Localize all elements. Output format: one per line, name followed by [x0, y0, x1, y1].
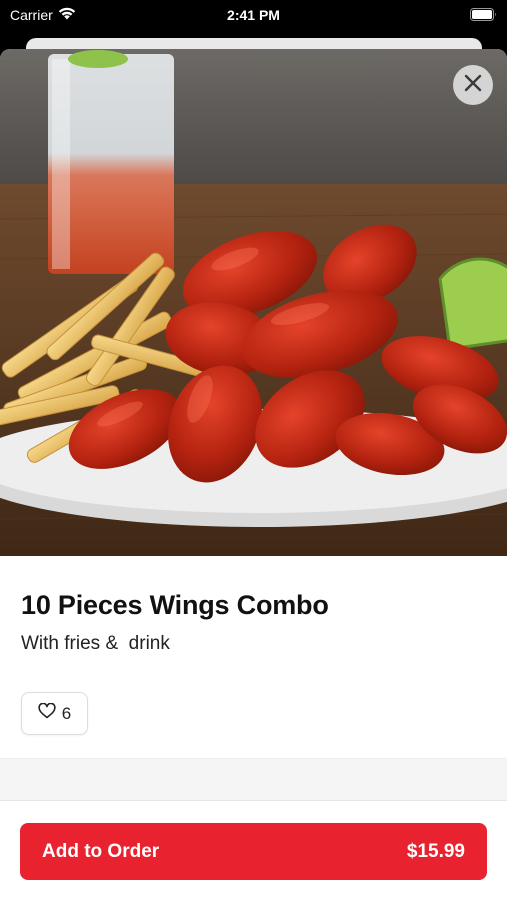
- add-to-order-label: Add to Order: [42, 840, 160, 862]
- status-time: 2:41 PM: [227, 7, 280, 23]
- item-title: 10 Pieces Wings Combo: [21, 590, 329, 620]
- like-button[interactable]: 6: [21, 692, 88, 735]
- item-info: 10 Pieces Wings Combo With fries & drink…: [0, 556, 507, 758]
- item-photo: [0, 49, 507, 556]
- close-icon: [464, 74, 482, 97]
- close-button[interactable]: [453, 65, 493, 105]
- item-detail-sheet: 10 Pieces Wings Combo With fries & drink…: [0, 49, 507, 900]
- heart-icon: [38, 702, 56, 724]
- section-divider: [0, 758, 507, 800]
- like-count: 6: [61, 703, 72, 723]
- status-bar: Carrier 2:41 PM: [0, 0, 507, 32]
- order-price: $15.99: [406, 840, 465, 862]
- item-subtitle: With fries & drink: [21, 633, 170, 654]
- order-footer: Add to Order $15.99: [0, 800, 507, 900]
- add-to-order-button[interactable]: Add to Order $15.99: [20, 823, 487, 880]
- battery-icon: [470, 8, 497, 24]
